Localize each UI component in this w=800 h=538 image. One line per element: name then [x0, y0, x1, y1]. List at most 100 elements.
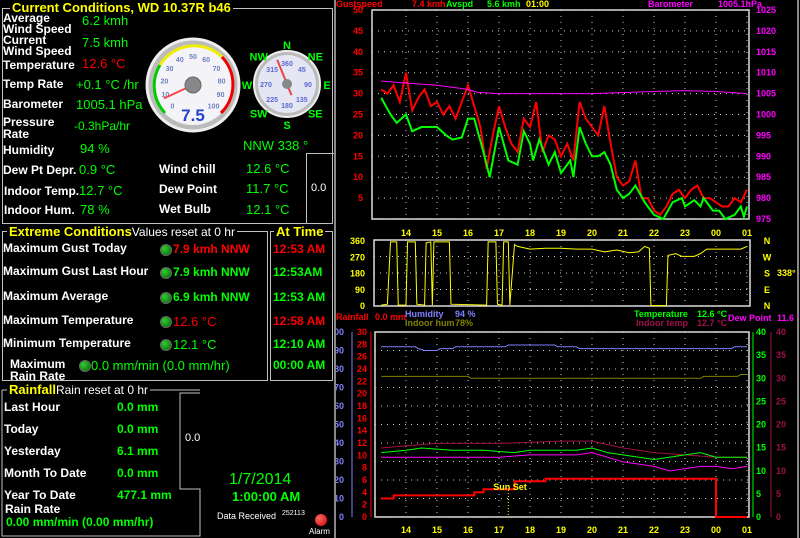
- temp-tick-label: 20: [756, 420, 766, 430]
- legend-text: Indoor temp: [636, 318, 688, 328]
- wet-bulb-label: Wet Bulb: [159, 202, 211, 216]
- humidity-tick-label: 60: [336, 401, 344, 411]
- speed-tick-label: 0: [171, 104, 175, 111]
- date-display: 1/7/2014: [229, 471, 292, 488]
- legend-text: 78%: [455, 318, 473, 328]
- rain-tick-label: 24: [357, 364, 367, 374]
- extreme-row-value: 7.9 kmh NNW: [173, 242, 250, 256]
- x-tick-label: 22: [649, 525, 659, 535]
- temp-tick-label: 40: [756, 327, 766, 337]
- humidity-tick-label: 0: [339, 512, 344, 522]
- indoor-temp-tick-label: 25: [776, 396, 786, 406]
- wind-chill-value: 12.6 °C: [246, 161, 290, 176]
- alarm-label[interactable]: Alarm: [309, 528, 330, 536]
- extreme-note: Values reset at 0 hr: [131, 225, 235, 239]
- compass-letter: NW: [250, 52, 269, 64]
- at-time-title: At Time: [274, 224, 326, 239]
- series-rainfall: [381, 477, 747, 518]
- dew-depr-value: 0.9 °C: [79, 162, 116, 177]
- x-tick-label: 01: [742, 525, 752, 535]
- extreme-row-time: 12:58 AM: [273, 314, 326, 328]
- speed-tick-label: 20: [160, 78, 168, 85]
- rain-tick-label: 30: [357, 327, 367, 337]
- compass-letter: S: [283, 120, 290, 132]
- data-received-label: Data Received: [217, 511, 277, 521]
- speed-tick-label: 80: [218, 78, 226, 85]
- compass-letter: E: [323, 80, 330, 92]
- x-tick-label: 20: [587, 525, 597, 535]
- temp-rate-label: Temp Rate: [3, 77, 64, 91]
- rain-row-value: 477.1 mm: [117, 488, 172, 502]
- series-avspd: [380, 97, 748, 221]
- speed-tick-label: 100: [208, 104, 220, 111]
- temperature-value: 12.6 °C: [82, 56, 126, 71]
- rain-row-label: Last Hour: [4, 400, 61, 414]
- humidity-tick-label: 30: [336, 457, 344, 467]
- extreme-row-value: 0.0 mm/min (0.0 mm/hr): [91, 358, 230, 373]
- humidity-tick-label: 80: [336, 364, 344, 374]
- x-tick-label: 22: [649, 228, 659, 238]
- speed-tick-label: 70: [213, 66, 221, 73]
- alarm-led-icon[interactable]: [315, 514, 327, 526]
- extreme-row-time: 12:10 AM: [273, 337, 326, 351]
- series-indoor-humidity: [381, 374, 747, 379]
- x-tick-label: 19: [556, 525, 566, 535]
- indoor-temp-tick-label: 40: [776, 327, 786, 337]
- x-tick-label: 01: [742, 228, 752, 238]
- x-tick-label: 21: [618, 525, 628, 535]
- pressure-rate-value: -0.3hPa/hr: [74, 119, 131, 133]
- rain-rate-value: 0.00 mm/min (0.00 mm/hr): [6, 515, 154, 529]
- rain-tick-label: 26: [357, 352, 367, 362]
- legend-text: 7.4 kmh: [412, 0, 446, 9]
- legend-text: Rainfall: [336, 312, 369, 322]
- humidity-tick-label: 100: [336, 327, 344, 337]
- x-tick-label: 14: [401, 525, 411, 535]
- speed-tick-label: 40: [176, 57, 184, 64]
- legend-text: Gustspeed: [336, 0, 383, 9]
- compass-axis-letter: E: [764, 285, 770, 295]
- humidity-tick-label: 40: [336, 438, 344, 448]
- compass-letter: W: [242, 80, 253, 92]
- x-tick-label: 23: [680, 525, 690, 535]
- temp-tick-label: 10: [756, 466, 766, 476]
- compass-axis-letter: N: [764, 236, 771, 246]
- x-tick-label: 23: [680, 228, 690, 238]
- compass-tick-label: 225: [266, 97, 278, 104]
- y-left-tick-label: 270: [350, 252, 365, 262]
- humidity-label: Humidity: [3, 143, 55, 157]
- extreme-row-label: Maximum Rain Rate: [10, 357, 66, 383]
- extreme-title: Extreme ConditionsValues reset at 0 hr: [7, 225, 237, 238]
- speed-display: 7.5: [181, 106, 205, 125]
- rain-row-label: Today: [4, 422, 39, 436]
- speed-gauge: 010203040 50 60708090100 7.5: [145, 37, 241, 133]
- x-tick-label: 14: [401, 228, 411, 238]
- compass-letter: N: [283, 40, 291, 52]
- dew-point-value: 11.7 °C: [246, 181, 289, 196]
- compass-tick-label: 315: [266, 67, 278, 74]
- indoor-temp-tick-label: 35: [776, 350, 786, 360]
- temp-tick-label: 0: [756, 512, 761, 522]
- series-humidity: [381, 344, 747, 351]
- extreme-row-time: 12:53AM: [273, 265, 323, 279]
- rain-row-value: 0.0 mm: [117, 466, 159, 480]
- y-left-tick-label: 20: [353, 130, 363, 140]
- humidity-tick-label: 20: [336, 475, 344, 485]
- extreme-row-value: 12.1 °C: [173, 337, 217, 352]
- status-led-icon: [79, 360, 91, 372]
- extreme-row-time: 12:53 AM: [273, 242, 326, 256]
- extreme-row-label: Maximum Temperature: [3, 313, 134, 327]
- extreme-row-time: 00:00 AM: [273, 358, 326, 372]
- wind-chill-label: Wind chill: [159, 162, 216, 176]
- y-right-tick-label: 985: [756, 172, 771, 182]
- compass-letter: NE: [308, 52, 323, 64]
- y-left-tick-label: 45: [353, 26, 363, 36]
- rain-tick-label: 8: [362, 463, 367, 473]
- humidity-value: 94 %: [80, 141, 110, 156]
- avg-wind-label: Average Wind Speed: [3, 11, 72, 36]
- y-left-tick-label: 35: [353, 68, 363, 78]
- x-tick-label: 00: [711, 525, 721, 535]
- pressure-rate-label: Pressure Rate: [3, 115, 55, 141]
- x-tick-label: 18: [525, 228, 535, 238]
- status-led-icon: [160, 244, 172, 256]
- dew-depr-label: Dew Pt Depr.: [3, 163, 77, 177]
